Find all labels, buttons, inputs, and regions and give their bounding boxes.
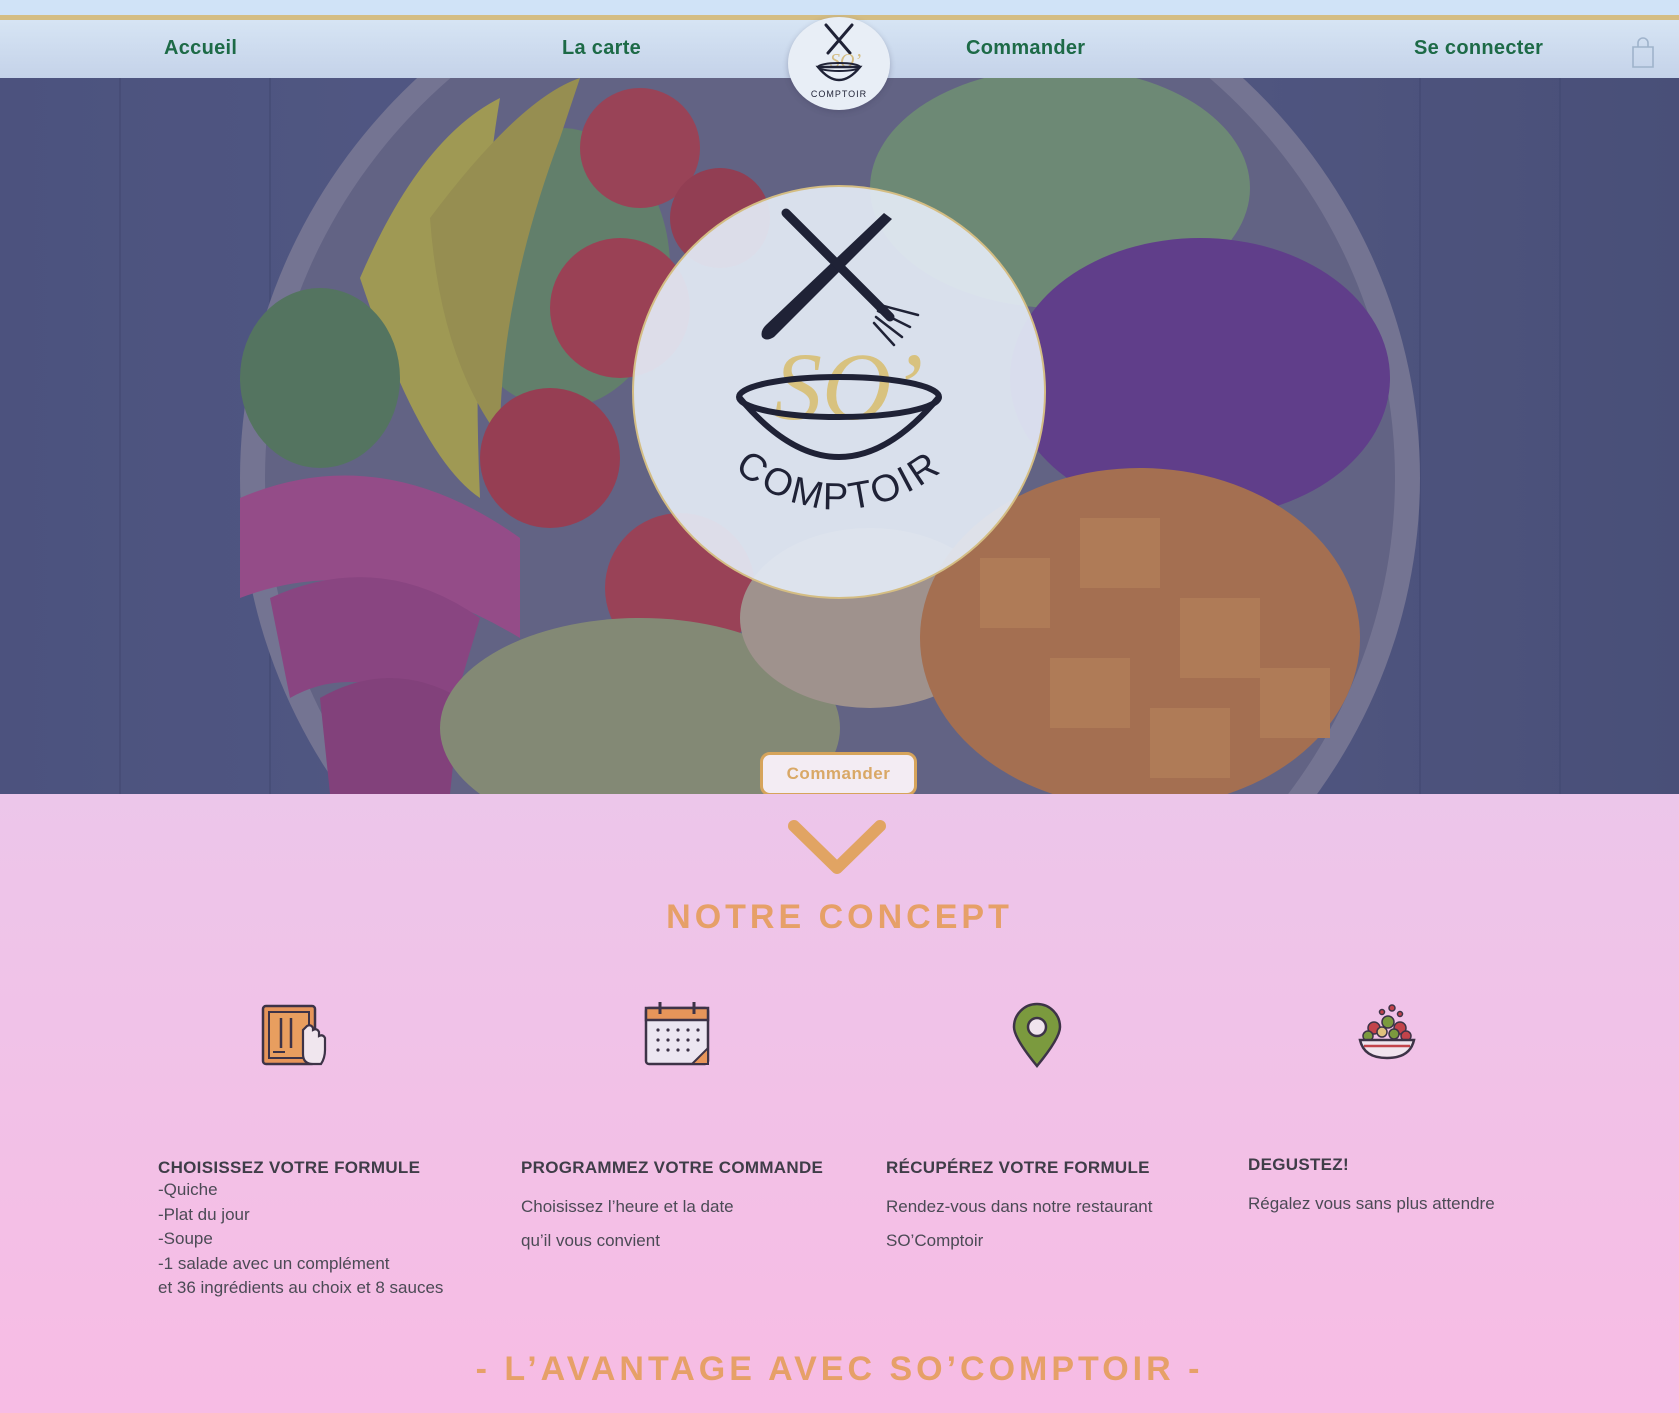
feature-line: -1 salade avec un complément [158, 1253, 390, 1273]
nav-la-carte[interactable]: La carte [562, 37, 641, 60]
chevron-down-icon[interactable] [788, 820, 886, 878]
feature-line: -Quiche [158, 1180, 218, 1199]
logo-mark: SO’ COMPTOIR [811, 23, 867, 99]
hero-section: SO’ COMPTOIR Commander [0, 78, 1679, 794]
feature-choisissez: CHOISISSEZ VOTRE FORMULE -Quiche -Plat d… [158, 1158, 498, 1301]
nav-logo[interactable]: SO’ COMPTOIR [788, 17, 890, 110]
feature-line: Rendez-vous dans notre restaurant [886, 1197, 1153, 1216]
hero-logo-so: SO’ [774, 333, 923, 440]
feature-line: qu’il vous convient [521, 1231, 660, 1250]
location-pin-icon [1012, 1002, 1062, 1068]
feature-title: RÉCUPÉREZ VOTRE FORMULE [886, 1158, 1150, 1177]
calendar-icon [644, 1002, 710, 1066]
feature-line: et 36 ingrédients au choix et 8 sauces [158, 1278, 444, 1297]
feature-line: -Plat du jour [158, 1204, 250, 1224]
nav-commander[interactable]: Commander [966, 37, 1085, 60]
feature-title: DEGUSTEZ! [1248, 1155, 1349, 1174]
feature-line: Choisissez l’heure et la date [521, 1197, 734, 1216]
nav-se-connecter[interactable]: Se connecter [1414, 37, 1543, 60]
nav-accueil[interactable]: Accueil [164, 37, 237, 60]
hero-commander-button[interactable]: Commander [760, 752, 917, 794]
feature-degustez: DEGUSTEZ! Régalez vous sans plus attendr… [1248, 1155, 1568, 1221]
top-strip [0, 0, 1679, 16]
notre-concept-title: NOTRE CONCEPT [666, 898, 1013, 936]
feature-line: Régalez vous sans plus attendre [1248, 1194, 1495, 1213]
feature-line: -Soupe [158, 1229, 213, 1248]
shopping-bag-icon[interactable] [1630, 37, 1656, 69]
feature-recuperez: RÉCUPÉREZ VOTRE FORMULE Rendez-vous dans… [886, 1158, 1216, 1258]
logo-small-comptoir: COMPTOIR [811, 89, 867, 99]
menu-tablet-icon [261, 1004, 327, 1066]
feature-title: CHOISISSEZ VOTRE FORMULE [158, 1158, 421, 1177]
avantage-title: - L’AVANTAGE AVEC SO’COMPTOIR - [475, 1350, 1204, 1388]
feature-title: PROGRAMMEZ VOTRE COMMANDE [521, 1158, 824, 1177]
feature-line: SO’Comptoir [886, 1231, 984, 1250]
knife-fork-bowl-icon: SO’ COMPTOIR [729, 208, 946, 519]
hero-logo: SO’ COMPTOIR [632, 185, 1046, 599]
feature-programmez: PROGRAMMEZ VOTRE COMMANDE Choisissez l’h… [521, 1158, 861, 1258]
salad-bowl-icon [1358, 1004, 1416, 1060]
